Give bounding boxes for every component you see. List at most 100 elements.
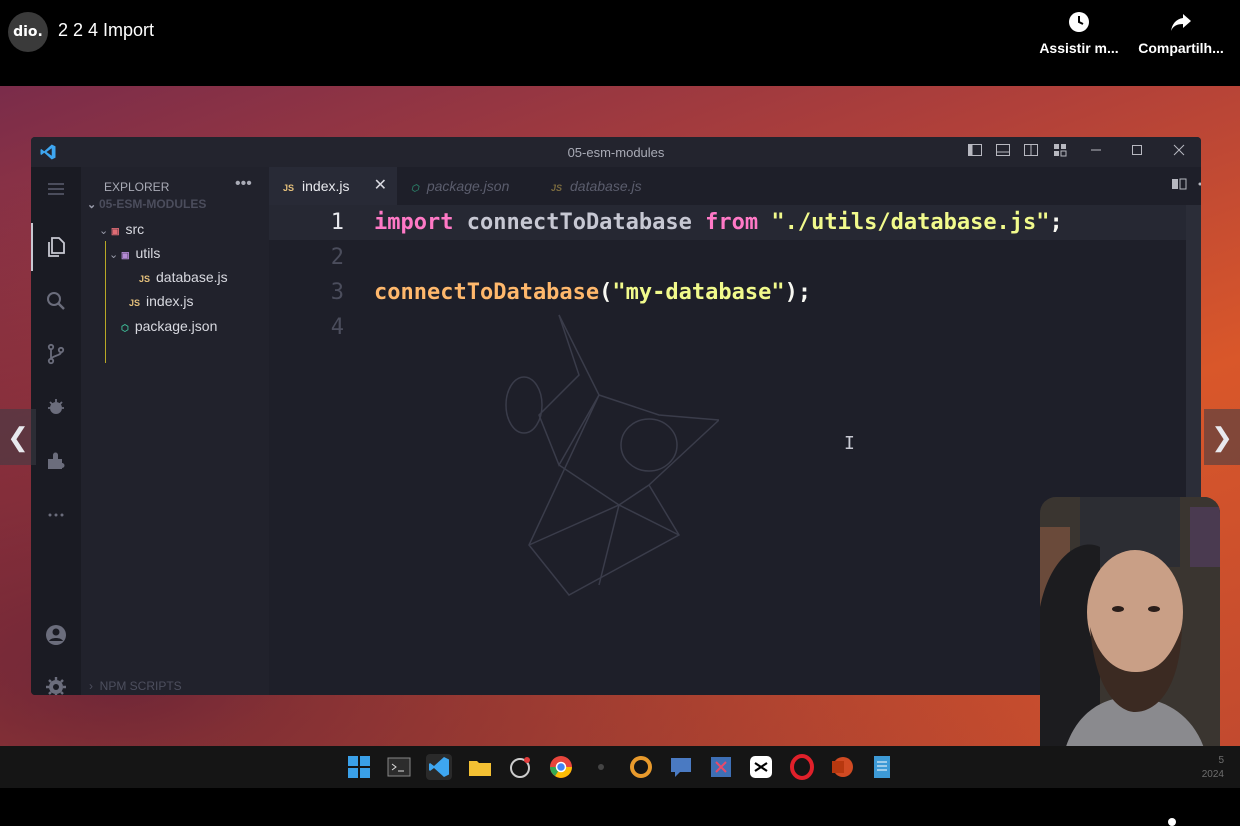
menu-icon[interactable]	[44, 177, 68, 201]
tab-label: package.json	[426, 178, 510, 194]
taskbar-date[interactable]: 5 2024	[1196, 754, 1224, 782]
js-file-icon: JS	[283, 183, 295, 193]
tree-item-src[interactable]: ⌄ ▣ src	[99, 218, 144, 240]
terminal-icon[interactable]	[386, 754, 412, 780]
share-label: Compartilh...	[1138, 40, 1224, 56]
folder-icon: ▣	[121, 250, 130, 260]
search-icon[interactable]	[44, 289, 68, 313]
capcut-icon[interactable]	[748, 754, 774, 780]
tree-item-index-js[interactable]: JS index.js	[129, 290, 193, 312]
toggle-panel-icon[interactable]	[993, 142, 1013, 162]
close-window-icon[interactable]	[1169, 142, 1189, 162]
explorer-header: EXPLORER	[104, 180, 170, 194]
tree-item-utils[interactable]: ⌄ ▣ utils	[109, 242, 160, 264]
wolf-watermark-logo	[505, 314, 719, 596]
punctuation: );	[784, 280, 812, 305]
tab-package-json[interactable]: ⬡ package.json	[397, 167, 537, 205]
customize-layout-icon[interactable]	[1050, 142, 1070, 162]
extensions-icon[interactable]	[44, 449, 68, 473]
tree-item-label: utils	[135, 245, 161, 261]
chevron-right-icon: ›	[89, 679, 93, 693]
powerpoint-icon[interactable]	[829, 754, 855, 780]
code-line[interactable]: 4	[269, 310, 1186, 345]
chrome-icon[interactable]	[548, 754, 574, 780]
snipping-tool-icon[interactable]	[708, 754, 734, 780]
next-video-button[interactable]: ❯	[1204, 409, 1240, 465]
line-number: 2	[330, 245, 344, 270]
chat-icon[interactable]	[668, 754, 694, 780]
line-number: 3	[330, 280, 344, 305]
video-player: dio. 2 2 4 Import Assistir m... Comparti…	[0, 0, 1240, 826]
opera-icon[interactable]	[789, 754, 815, 780]
chevron-left-icon: ❮	[7, 422, 29, 452]
identifier: connectToDatabase	[466, 210, 692, 235]
function-call: connectToDatabase	[374, 280, 600, 305]
toggle-sidebar-icon[interactable]	[965, 142, 985, 162]
npm-scripts-label: NPM SCRIPTS	[99, 679, 182, 693]
app-icon[interactable]	[507, 754, 533, 780]
keyword-from: from	[705, 210, 759, 235]
js-file-icon: JS	[139, 274, 151, 284]
video-frame[interactable]: 05-esm-modules EXPLORER ••• ⌄ 05-ESM-MOD…	[0, 86, 1240, 746]
minimize-icon[interactable]	[1086, 142, 1106, 162]
code-line[interactable]: 1 import connectToDatabase from "./utils…	[269, 205, 1186, 240]
tree-item-package-json[interactable]: ⬡ package.json	[121, 315, 217, 337]
toggle-secondary-sidebar-icon[interactable]	[1021, 142, 1041, 162]
tab-label: index.js	[302, 178, 350, 194]
maximize-icon[interactable]	[1127, 142, 1147, 162]
tab-database-js[interactable]: JS database.js	[537, 167, 677, 205]
editor-tabs: JS index.js ✕ ⬡ package.json JS database.js	[269, 167, 1201, 205]
video-title[interactable]: 2 2 4 Import	[58, 20, 154, 41]
close-tab-icon[interactable]: ✕	[374, 167, 387, 205]
code-text: connectToDatabase("my-database");	[374, 275, 811, 310]
explorer-files-icon[interactable]	[44, 235, 68, 259]
tab-label: database.js	[570, 178, 642, 194]
date-day: 5	[1218, 755, 1224, 766]
split-editor-icon[interactable]	[1171, 177, 1187, 194]
active-view-indicator	[31, 223, 33, 271]
vscode-title-bar: 05-esm-modules	[31, 137, 1201, 167]
source-control-icon[interactable]	[44, 342, 68, 366]
more-views-icon[interactable]	[44, 503, 68, 527]
explorer-sidebar: EXPLORER ••• ⌄ 05-ESM-MODULES ⌄ ▣ src ⌄ ▣ uti…	[81, 167, 269, 695]
previous-video-button[interactable]: ❮	[0, 409, 36, 465]
account-icon[interactable]	[44, 623, 68, 647]
tree-item-database-js[interactable]: JS database.js	[139, 266, 228, 288]
chevron-down-icon: ⌄	[109, 249, 119, 261]
manage-gear-icon[interactable]	[44, 675, 68, 695]
punctuation: (	[599, 280, 613, 305]
chevron-down-icon: ⌄	[99, 225, 109, 237]
app-icon[interactable]	[588, 754, 614, 780]
watch-later-button[interactable]: Assistir m...	[1034, 10, 1124, 56]
windows-start-icon[interactable]	[346, 754, 372, 780]
js-file-icon: JS	[551, 183, 563, 193]
watch-later-label: Assistir m...	[1039, 40, 1119, 56]
channel-avatar[interactable]: dio.	[8, 12, 48, 52]
player-top-bar: dio. 2 2 4 Import Assistir m... Comparti…	[0, 0, 1240, 86]
vscode-taskbar-icon[interactable]	[426, 754, 452, 780]
workspace-root[interactable]: ⌄ 05-ESM-MODULES	[87, 193, 206, 215]
run-debug-icon[interactable]	[44, 395, 68, 419]
tab-index-js[interactable]: JS index.js ✕	[269, 167, 397, 205]
notepad-icon[interactable]	[869, 754, 895, 780]
share-button[interactable]: Compartilh...	[1136, 10, 1226, 56]
date-year: 2024	[1201, 769, 1224, 780]
text-cursor: I	[844, 433, 855, 454]
clock-icon	[1034, 10, 1124, 38]
string-literal: "my-database"	[612, 280, 785, 305]
activity-bar	[31, 167, 81, 695]
src-folder-icon: ▣	[111, 226, 120, 236]
npm-package-icon: ⬡	[411, 183, 419, 193]
tree-item-label: database.js	[156, 269, 228, 285]
line-number: 4	[330, 315, 344, 340]
user-icon[interactable]	[1162, 816, 1182, 826]
code-line[interactable]: 3 connectToDatabase("my-database");	[269, 275, 1186, 310]
tree-item-label: package.json	[134, 318, 218, 334]
npm-scripts-section[interactable]: › NPM SCRIPTS	[89, 679, 182, 693]
code-line[interactable]: 2	[269, 240, 1186, 275]
windows-taskbar: 5 2024	[0, 746, 1240, 788]
explorer-more-actions[interactable]: •••	[235, 175, 252, 193]
app-icon[interactable]	[628, 754, 654, 780]
file-explorer-icon[interactable]	[467, 754, 493, 780]
more-actions-icon[interactable]	[1197, 177, 1201, 194]
